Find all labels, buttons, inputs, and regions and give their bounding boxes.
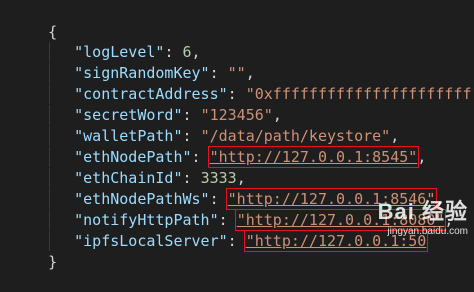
code-line: "signRandomKey": "", xyxy=(0,43,255,83)
code-line: "ethChainId": 3333, xyxy=(0,148,246,188)
baidu-watermark: Bai 经验 jingyan.baidu.com xyxy=(378,194,468,237)
close-brace: } xyxy=(48,253,58,271)
code-line: "logLevel": 6, xyxy=(0,22,201,62)
code-line: "contractAddress": "0xffffffffffffffffff… xyxy=(0,64,474,104)
code-line-open: { xyxy=(0,2,57,41)
code-line: "ipfsLocalServer": "http://127.0.0.1:50 xyxy=(0,211,429,252)
code-line-close: } xyxy=(0,232,57,271)
code-line: "ethNodePath": "http://127.0.0.1:8545", xyxy=(0,127,426,168)
baidu-logo: Bai 经验 xyxy=(377,199,468,224)
code-line: "ethNodePathWs": "http://127.0.0.1:8546"… xyxy=(0,169,444,210)
code-line: "secretWord": "123456", xyxy=(0,85,282,125)
code-editor[interactable]: { "logLevel": 6, "signRandomKey": "", "c… xyxy=(0,0,474,271)
json-key: "ipfsLocalServer" xyxy=(74,232,228,250)
watermark-url: jingyan.baidu.com xyxy=(387,226,468,237)
code-line: "walletPath": "/data/path/keystore", xyxy=(0,106,399,146)
